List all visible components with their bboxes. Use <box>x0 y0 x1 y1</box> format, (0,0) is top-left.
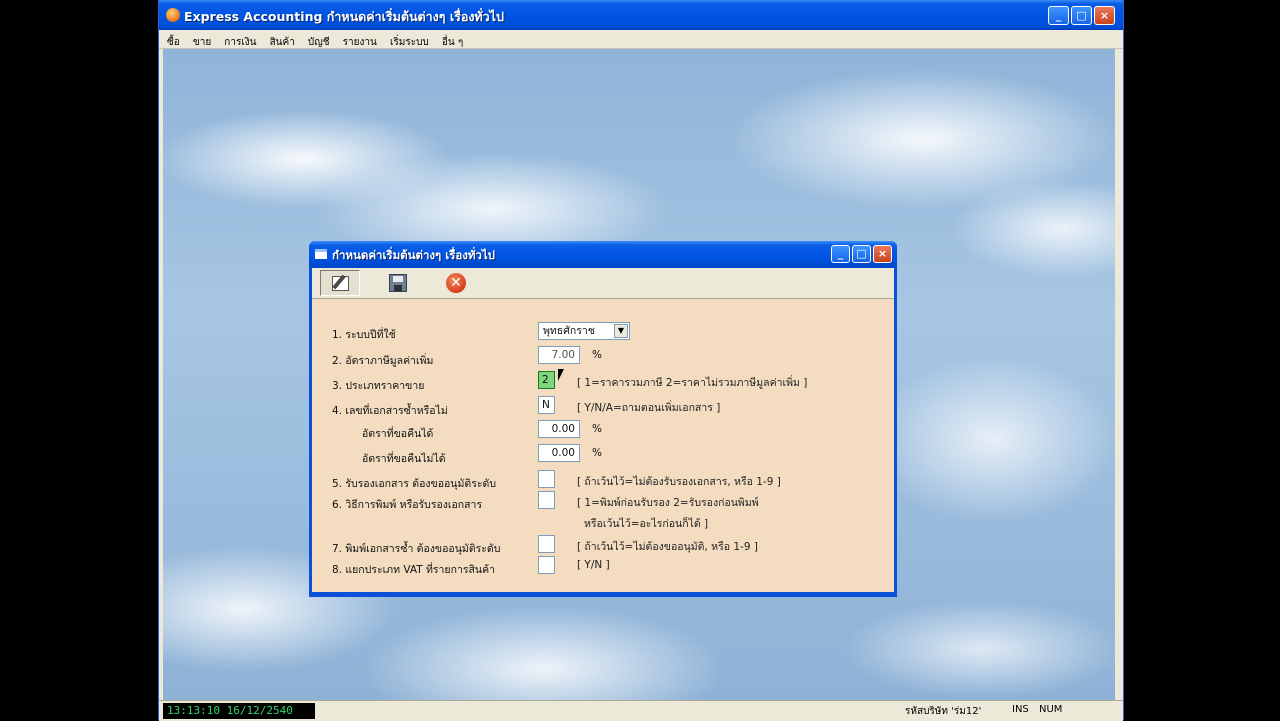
reprint-level-field[interactable] <box>538 535 555 553</box>
f4b-label: อัตราที่ขอคืนไม่ได้ <box>362 453 446 465</box>
status-company: รหัสบริษัท 'ร่ม12' <box>905 706 982 717</box>
status-clock: 13:13:10 16/12/2540 <box>163 703 315 719</box>
app-window-controls: _ □ × <box>1048 6 1115 25</box>
app-logo-icon <box>166 8 180 22</box>
save-button[interactable] <box>378 270 418 296</box>
app-minimize-button[interactable]: _ <box>1048 6 1069 25</box>
dialog-toolbar: ✕ <box>312 268 894 299</box>
approve-level-field[interactable] <box>538 470 555 488</box>
app-maximize-button[interactable]: □ <box>1071 6 1092 25</box>
close-icon: ✕ <box>446 273 466 293</box>
price-type-hint: [ 1=ราคารวมภาษี 2=ราคาไม่รวมภาษีมูลค่าเพ… <box>577 377 808 389</box>
menubar: ซื้อ ขาย การเงิน สินค้า บัญชี รายงาน เริ… <box>159 30 1123 49</box>
vat-rate-unit: % <box>592 349 602 361</box>
f2-label: 2. อัตราภาษีมูลค่าเพิ่ม <box>332 355 434 367</box>
dialog-maximize-button[interactable]: □ <box>852 245 871 263</box>
refundable-rate-unit: % <box>592 423 602 435</box>
duplicate-doc-field[interactable]: N <box>538 396 555 414</box>
year-system-select[interactable]: พุทธศักราช ▼ <box>538 322 630 340</box>
vat-type-per-item-field[interactable] <box>538 556 555 574</box>
f4-label: 4. เลขที่เอกสารซ้ำหรือไม่ <box>332 405 448 417</box>
print-approve-method-hint-1: [ 1=พิมพ์ก่อนรับรอง 2=รับรองก่อนพิมพ์ <box>577 497 759 509</box>
f6-label: 6. วิธีการพิมพ์ หรือรับรองเอกสาร <box>332 499 483 511</box>
duplicate-doc-hint: [ Y/N/A=ถามตอนเพิ่มเอกสาร ] <box>577 402 721 414</box>
non-refundable-rate-field[interactable]: 0.00 <box>538 444 580 462</box>
approve-level-hint: [ ถ้าเว้นไว้=ไม่ต้องรับรองเอกสาร, หรือ 1… <box>577 476 781 488</box>
cancel-button[interactable]: ✕ <box>436 270 476 296</box>
dialog-close-button[interactable]: × <box>873 245 892 263</box>
dialog-window-controls: _ □ × <box>831 245 892 263</box>
f1-label: 1. ระบบปีที่ใช้ <box>332 329 396 341</box>
edit-icon <box>332 276 349 291</box>
print-approve-method-hint-2: หรือเว้นไว้=อะไรก่อนก็ได้ ] <box>584 518 709 530</box>
f7-label: 7. พิมพ์เอกสารซ้ำ ต้องขออนุมัติระดับ <box>332 543 501 555</box>
dialog-title: กำหนดค่าเริ่มต้นต่างๆ เรื่องทั่วไป <box>332 248 495 262</box>
dialog-body: 1. ระบบปีที่ใช้ พุทธศักราช ▼ 2. อัตราภาษ… <box>312 299 894 592</box>
vat-rate-field[interactable]: 7.00 <box>538 346 580 364</box>
f5-label: 5. รับรองเอกสาร ต้องขออนุมัติระดับ <box>332 478 496 490</box>
app-title: Express Accounting กำหนดค่าเริ่มต้นต่างๆ… <box>184 9 504 24</box>
left-black-bar <box>0 0 158 720</box>
app-close-button[interactable]: × <box>1094 6 1115 25</box>
f8-label: 8. แยกประเภท VAT ที่รายการสินค้า <box>332 564 495 576</box>
statusbar: 13:13:10 16/12/2540 รหัสบริษัท 'ร่ม12' I… <box>159 700 1123 721</box>
app-titlebar[interactable]: Express Accounting กำหนดค่าเริ่มต้นต่างๆ… <box>159 0 1123 30</box>
status-num-indicator: NUM <box>1039 704 1063 715</box>
dialog-minimize-button[interactable]: _ <box>831 245 850 263</box>
vat-type-per-item-hint: [ Y/N ] <box>577 559 610 571</box>
edit-button[interactable] <box>320 270 360 296</box>
f4a-label: อัตราที่ขอคืนได้ <box>362 428 434 440</box>
settings-dialog: กำหนดค่าเริ่มต้นต่างๆ เรื่องทั่วไป _ □ ×… <box>309 241 897 597</box>
chevron-down-icon[interactable]: ▼ <box>614 324 628 338</box>
mouse-cursor-icon <box>558 369 564 381</box>
year-system-value: พุทธศักราช <box>543 325 595 337</box>
right-black-bar <box>1122 0 1280 720</box>
status-ins-indicator: INS <box>1012 704 1029 715</box>
price-type-field[interactable]: 2 <box>538 371 555 389</box>
refundable-rate-field[interactable]: 0.00 <box>538 420 580 438</box>
non-refundable-rate-unit: % <box>592 447 602 459</box>
window-icon <box>315 249 327 259</box>
print-approve-method-field[interactable] <box>538 491 555 509</box>
reprint-level-hint: [ ถ้าเว้นไว้=ไม่ต้องขออนุมัติ, หรือ 1-9 … <box>577 541 758 553</box>
save-icon <box>389 274 407 292</box>
f3-label: 3. ประเภทราคาขาย <box>332 380 425 392</box>
dialog-titlebar[interactable]: กำหนดค่าเริ่มต้นต่างๆ เรื่องทั่วไป _ □ × <box>309 241 897 268</box>
